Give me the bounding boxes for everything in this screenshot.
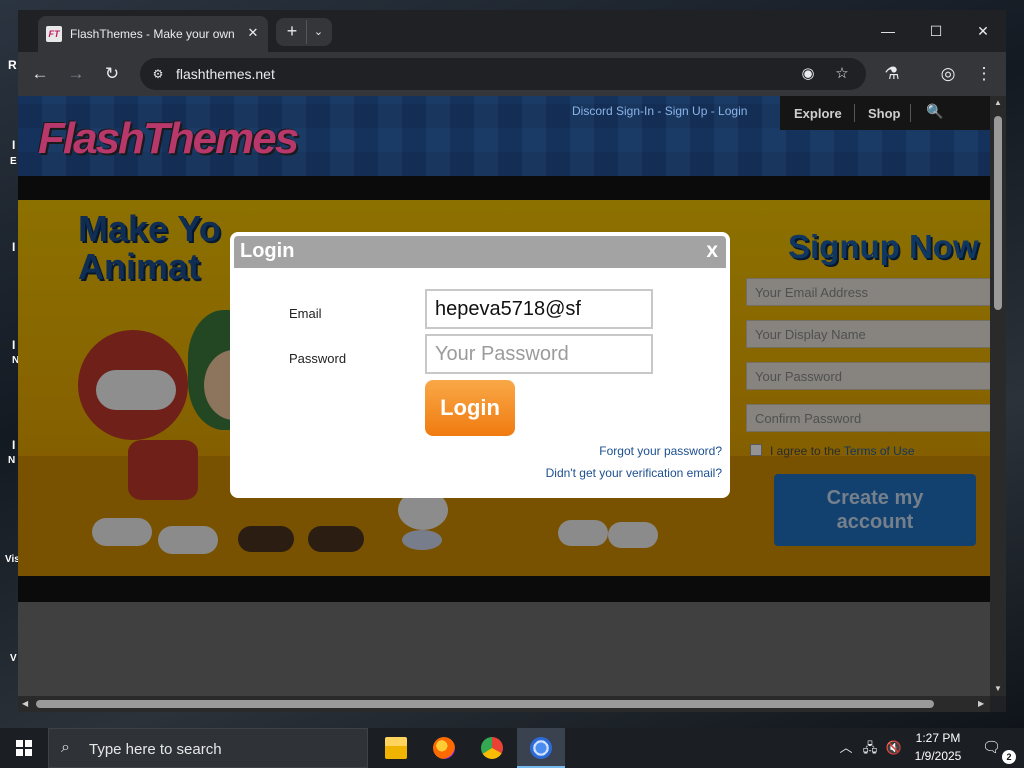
taskbar: ⌕ Type here to search ︿ 🖧 🔇 1:27 PM 1/9/… <box>0 728 1024 768</box>
chrome-alt-icon <box>530 737 552 759</box>
firefox-icon <box>433 737 455 759</box>
browser-menu-icon[interactable]: ⋮ <box>972 62 996 86</box>
tab-search-button[interactable]: ⌄ <box>306 20 330 44</box>
nav-divider <box>854 104 855 122</box>
browser-toolbar: ← → ↻ ⚙ flashthemes.net ◉ ☆ ⚗ ◎ ⋮ <box>18 52 1006 96</box>
search-icon[interactable]: 🔍 <box>926 103 943 120</box>
desktop-icon-label[interactable]: N <box>8 455 15 466</box>
new-tab-group: + ⌄ <box>276 18 332 46</box>
tray-chevron-icon[interactable]: ︿ <box>836 728 856 768</box>
url-text[interactable]: flashthemes.net <box>176 66 275 82</box>
horizontal-scroll-thumb[interactable] <box>36 700 934 708</box>
network-icon[interactable]: 🖧 <box>860 728 880 768</box>
nav-divider <box>910 104 911 122</box>
desktop-icon-label[interactable]: I <box>12 438 15 452</box>
volume-muted-icon[interactable]: 🔇 <box>884 728 904 768</box>
bookmark-star-icon[interactable]: ☆ <box>832 64 852 84</box>
minimize-button[interactable]: — <box>873 20 903 42</box>
nav-shop[interactable]: Shop <box>868 106 901 121</box>
flashthemes-logo[interactable]: FlashThemes <box>38 114 299 164</box>
start-button[interactable] <box>0 728 48 768</box>
scroll-right-arrow-icon[interactable]: ▶ <box>978 699 984 708</box>
forgot-password-link[interactable]: Forgot your password? <box>599 444 722 458</box>
site-nav: Explore Shop 🔍 <box>780 96 990 130</box>
taskbar-file-explorer[interactable] <box>372 728 420 768</box>
desktop-icon-label[interactable]: I <box>12 138 15 152</box>
desktop-icon-label[interactable]: V <box>10 653 17 664</box>
taskbar-chrome[interactable] <box>468 728 516 768</box>
close-window-button[interactable]: ✕ <box>968 20 998 42</box>
back-button[interactable]: ← <box>28 62 52 86</box>
scroll-left-arrow-icon[interactable]: ◀ <box>22 699 28 708</box>
email-label: Email <box>289 306 322 321</box>
notifications-icon[interactable]: 🗨 <box>982 738 1004 758</box>
profile-icon[interactable]: ◎ <box>936 62 960 86</box>
login-modal: Login x Email hepeva5718@sf Password You… <box>230 232 730 498</box>
desktop-icon-label[interactable]: R <box>8 58 17 72</box>
clock-time[interactable]: 1:27 PM <box>908 731 968 745</box>
email-field[interactable]: hepeva5718@sf <box>425 289 653 329</box>
tab-close-icon[interactable]: ✕ <box>244 24 262 42</box>
scroll-up-arrow-icon[interactable]: ▲ <box>994 98 1002 107</box>
auth-links[interactable]: Discord Sign-In - Sign Up - Login <box>572 104 747 118</box>
resend-verification-link[interactable]: Didn't get your verification email? <box>546 466 722 480</box>
vertical-scroll-thumb[interactable] <box>994 116 1002 310</box>
reload-button[interactable]: ↻ <box>100 62 124 86</box>
eye-slash-icon[interactable]: ◉ <box>798 64 818 84</box>
horizontal-scrollbar[interactable]: ◀ ▶ <box>18 696 990 712</box>
search-icon: ⌕ <box>61 739 70 756</box>
address-bar[interactable]: ⚙ flashthemes.net ◉ ☆ <box>140 58 866 90</box>
site-info-icon[interactable]: ⚙ <box>148 64 168 84</box>
desktop-icon-label[interactable]: I <box>12 240 15 254</box>
windows-logo-icon <box>16 740 32 756</box>
login-button[interactable]: Login <box>425 380 515 436</box>
labs-flask-icon[interactable]: ⚗ <box>880 62 904 86</box>
scroll-down-arrow-icon[interactable]: ▼ <box>994 684 1002 693</box>
taskbar-firefox[interactable] <box>420 728 468 768</box>
file-explorer-icon <box>385 737 407 759</box>
scrollbar-corner <box>990 696 1006 712</box>
forward-button[interactable]: → <box>64 62 88 86</box>
chrome-icon <box>481 737 503 759</box>
password-field[interactable]: Your Password <box>425 334 653 374</box>
taskbar-chrome-active[interactable] <box>517 728 565 768</box>
maximize-button[interactable]: ☐ <box>921 20 951 42</box>
modal-close-button[interactable]: x <box>706 239 718 263</box>
modal-header: Login x <box>234 236 726 268</box>
modal-title: Login <box>240 240 295 262</box>
tab-title: FlashThemes - Make your own <box>70 27 234 41</box>
tab-flashthemes[interactable]: FT FlashThemes - Make your own ✕ <box>38 16 268 52</box>
search-placeholder: Type here to search <box>89 741 222 758</box>
tab-strip: FT FlashThemes - Make your own ✕ + ⌄ — ☐… <box>18 10 1006 52</box>
page-viewport: FlashThemes Discord Sign-In - Sign Up - … <box>18 96 990 696</box>
taskbar-search-box[interactable]: ⌕ Type here to search <box>48 728 368 768</box>
notifications-count-badge: 2 <box>1002 750 1016 764</box>
password-label: Password <box>289 351 347 366</box>
desktop-icon-label[interactable]: I <box>12 338 15 352</box>
desktop-icon-label[interactable]: E <box>10 156 17 167</box>
nav-explore[interactable]: Explore <box>794 106 842 121</box>
vertical-scrollbar[interactable]: ▲ ▼ <box>990 96 1006 696</box>
new-tab-button[interactable]: + <box>280 20 304 44</box>
site-favicon-icon: FT <box>46 26 62 42</box>
clock-date[interactable]: 1/9/2025 <box>908 749 968 763</box>
browser-window: FT FlashThemes - Make your own ✕ + ⌄ — ☐… <box>18 10 1006 712</box>
